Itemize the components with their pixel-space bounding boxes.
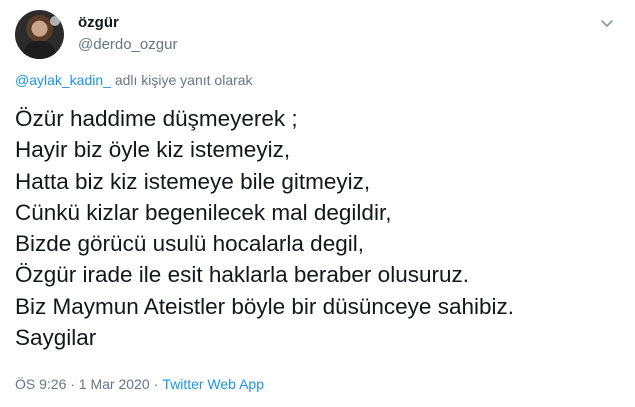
avatar-figure [23, 41, 56, 59]
tweet-text: Özür haddime düşmeyerek ; Hayir biz öyle… [15, 103, 625, 353]
avatar[interactable] [15, 10, 64, 59]
tweet-text-line: Özgür irade ile esit haklarla beraber ol… [15, 262, 469, 288]
avatar-highlight [50, 16, 60, 26]
tweet-text-line: Saygilar [15, 325, 97, 351]
tweet-source-link[interactable]: Twitter Web App [162, 376, 264, 392]
tweet-text-line: Biz Maymun Ateistler böyle bir düsünceye… [15, 293, 514, 319]
tweet-text-line: Hatta biz kiz istemeye bile gitmeyiz, [15, 168, 371, 194]
tweet-text-line: Bizde görücü usulü hocalarla degil, [15, 231, 364, 257]
tweet-timestamp[interactable]: ÖS 9:26 · 1 Mar 2020 [15, 376, 150, 392]
chevron-down-icon[interactable] [599, 15, 615, 31]
tweet-card: özgür @derdo_ozgur @aylak_kadin_ adlı ki… [0, 0, 635, 407]
tweet-meta: ÖS 9:26 · 1 Mar 2020 · Twitter Web App [15, 376, 264, 392]
tweet-text-line: Hayir biz öyle kiz istemeyiz, [15, 137, 291, 163]
tweet-text-line: Özür haddime düşmeyerek ; [15, 106, 298, 131]
tweet-text-line: Cünkü kizlar begenilecek mal degildir, [15, 199, 392, 225]
author-display-name[interactable]: özgür [78, 14, 119, 31]
reply-mention-link[interactable]: @aylak_kadin_ [15, 72, 111, 88]
meta-separator: · [153, 376, 159, 392]
author-handle[interactable]: @derdo_ozgur [78, 36, 177, 53]
reply-context: @aylak_kadin_ adlı kişiye yanıt olarak [15, 72, 253, 88]
reply-context-label: adlı kişiye yanıt olarak [110, 72, 253, 88]
